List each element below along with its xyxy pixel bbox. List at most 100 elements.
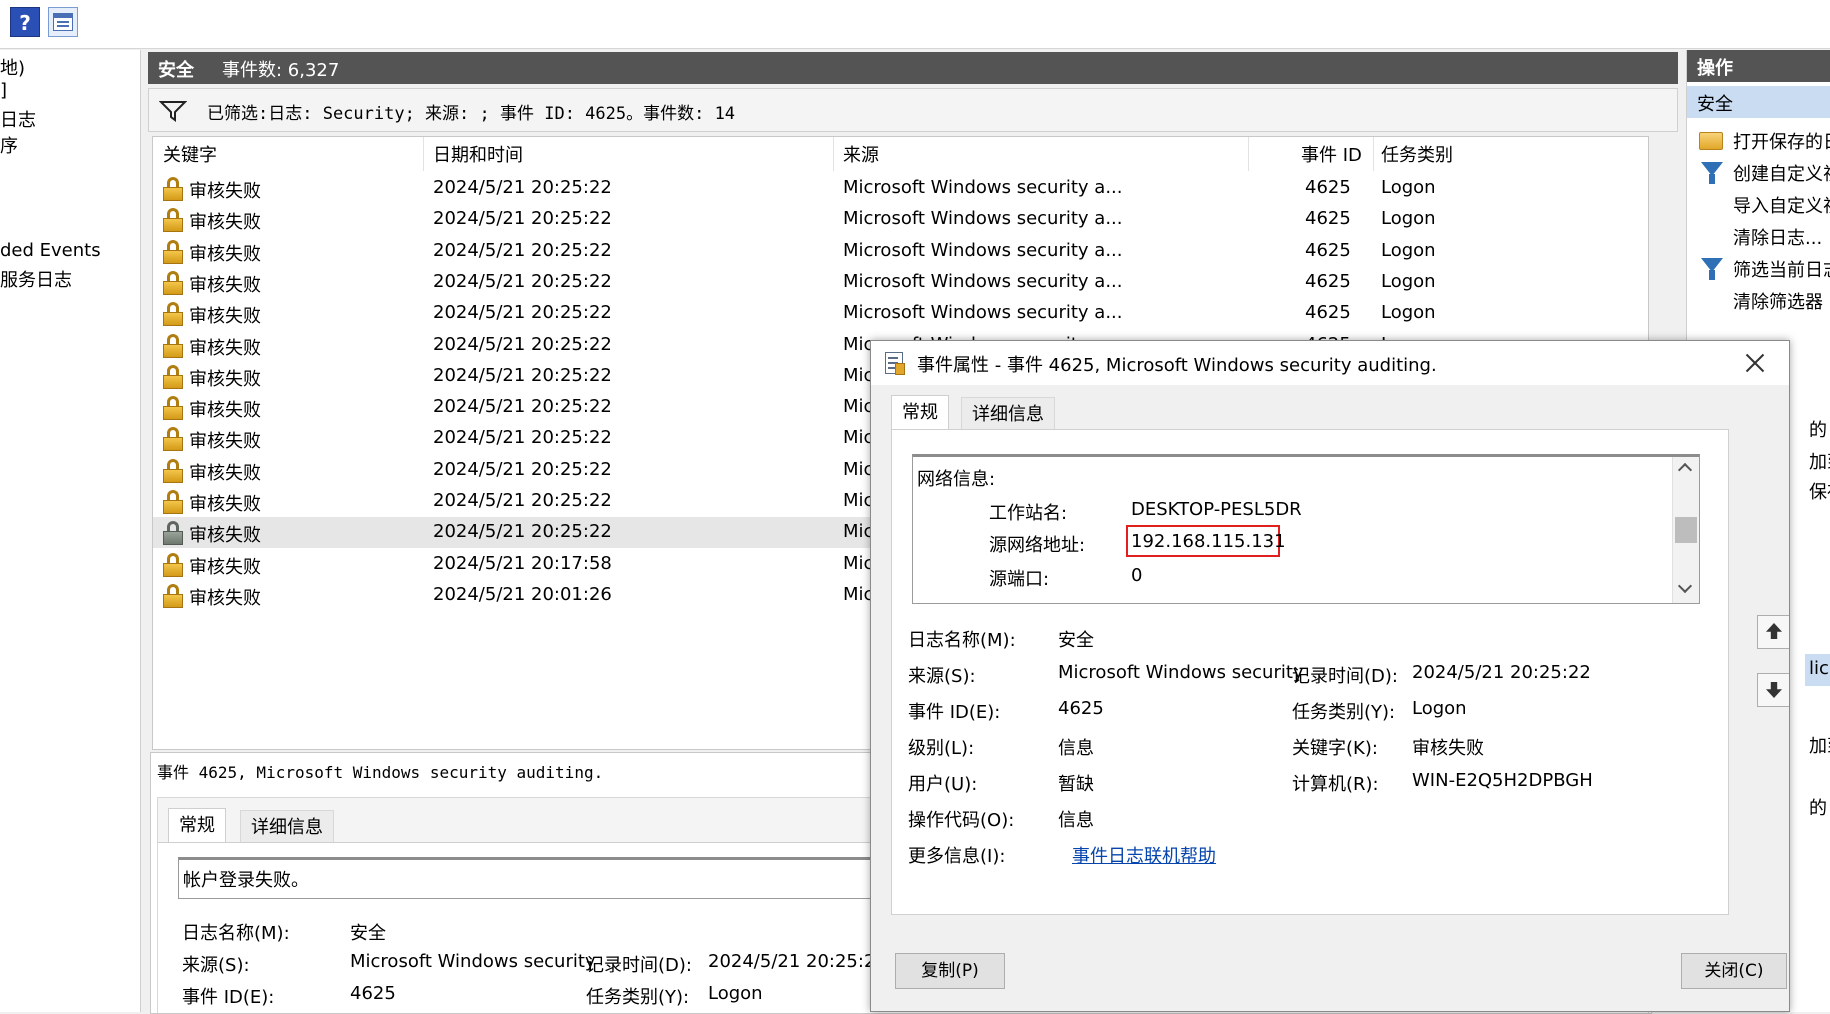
column-header-keyword[interactable]: 关键字 (163, 141, 217, 167)
cell-event-id: 4625 (1305, 239, 1351, 261)
dialog-general-panel: 网络信息: 工作站名: DESKTOP-PESL5DR 源网络地址: 192.1… (891, 429, 1729, 915)
keywords-value: 审核失败 (1412, 738, 1484, 759)
preview-task-value: Logon (708, 983, 763, 1004)
action-label-clipped[interactable]: 的 (1809, 794, 1827, 820)
source-address-label: 源网络地址: (989, 535, 1086, 556)
action-label: 创建自定义视 (1733, 164, 1830, 185)
lock-icon (162, 208, 184, 233)
cell-datetime: 2024/5/21 20:25:22 (433, 208, 612, 230)
folder-open-icon (1699, 132, 1723, 150)
filter-icon (1701, 258, 1723, 280)
tab-general[interactable]: 常规 (168, 808, 226, 842)
table-row[interactable]: 审核失败 2024/5/21 20:25:22 Microsoft Windows … (153, 267, 1648, 298)
action-label-clipped[interactable]: 保存 (1809, 478, 1830, 504)
column-divider (833, 137, 834, 171)
cell-task-category: Logon (1381, 177, 1436, 198)
tree-item[interactable]: ded Events (0, 240, 101, 261)
cell-source: Microsoft Windows security a... (843, 177, 1123, 198)
table-row[interactable]: 审核失败 2024/5/21 20:25:22 Microsoft Windows … (153, 236, 1648, 267)
cell-keyword: 审核失败 (189, 181, 261, 202)
close-icon[interactable] (1741, 349, 1769, 377)
lock-icon (162, 583, 184, 608)
dialog-tab-details[interactable]: 详细信息 (961, 397, 1055, 431)
table-row[interactable]: 审核失败 2024/5/21 20:25:22 Microsoft Windows … (153, 298, 1648, 329)
event-description-box[interactable]: 网络信息: 工作站名: DESKTOP-PESL5DR 源网络地址: 192.1… (912, 454, 1700, 604)
actions-section-security[interactable]: 安全 (1687, 86, 1830, 118)
dialog-tab-general[interactable]: 常规 (891, 395, 949, 431)
preview-title: 事件 4625, Microsoft Windows security audi… (157, 763, 604, 782)
actions-section-clipped[interactable]: lic (1805, 654, 1830, 686)
description-scrollbar[interactable] (1672, 457, 1699, 603)
keywords-label: 关键字(K): (1292, 738, 1378, 759)
cell-keyword: 审核失败 (189, 306, 261, 328)
cell-datetime: 2024/5/21 20:25:22 (433, 302, 612, 324)
event-count: 事件数: 6,327 (222, 60, 340, 81)
help-icon[interactable]: ? (10, 7, 40, 37)
view-panel-icon[interactable] (48, 7, 78, 37)
action-clear-log[interactable]: 清除日志... (1687, 220, 1830, 252)
column-header-source[interactable]: 来源 (843, 141, 879, 167)
actions-header-label: 操作 (1697, 58, 1733, 79)
action-label-clipped[interactable]: 加到 (1809, 448, 1830, 474)
close-button[interactable]: 关闭(C) (1681, 953, 1787, 989)
dialog-titlebar: 事件属性 - 事件 4625, Microsoft Windows securi… (871, 341, 1789, 385)
cell-datetime: 2024/5/21 20:25:22 (433, 177, 612, 198)
source-port-value: 0 (1131, 565, 1143, 586)
action-label-clipped[interactable]: 加到 (1809, 732, 1830, 758)
tree-item[interactable]: 地) (0, 54, 25, 80)
column-header-task[interactable]: 任务类别 (1381, 141, 1453, 167)
task-category-label: 任务类别(Y): (1292, 702, 1396, 723)
workstation-value: DESKTOP-PESL5DR (1131, 499, 1302, 520)
source-value: Microsoft Windows security (1058, 662, 1304, 683)
arrow-up-icon (1766, 623, 1782, 639)
toolbar: ? (0, 0, 1830, 49)
lock-icon (162, 270, 184, 295)
table-row[interactable]: 审核失败 2024/5/21 20:25:22 Microsoft Windows … (153, 204, 1648, 235)
event-log-online-help-link[interactable]: 事件日志联机帮助 (1072, 842, 1216, 868)
description-text: 帐户登录失败。 (183, 870, 309, 891)
tab-details[interactable]: 详细信息 (240, 810, 334, 844)
tree-item[interactable]: 日志 (0, 106, 36, 132)
action-clear-filter[interactable]: 清除筛选器 (1687, 284, 1830, 316)
action-open-saved-log[interactable]: 打开保存的日 (1687, 124, 1830, 156)
log-name-value: 安全 (1058, 630, 1094, 651)
action-filter-current-log[interactable]: 筛选当前日志 (1687, 252, 1830, 284)
chevron-down-icon[interactable] (1677, 578, 1693, 594)
opcode-label: 操作代码(O): (908, 810, 1015, 831)
cell-event-id: 4625 (1305, 208, 1351, 230)
previous-event-button[interactable] (1757, 615, 1789, 649)
action-create-custom-view[interactable]: 创建自定义视 (1687, 156, 1830, 188)
column-header-datetime[interactable]: 日期和时间 (433, 141, 523, 167)
cell-task-category: Logon (1381, 270, 1436, 292)
lock-icon (162, 458, 184, 483)
column-header-event-id[interactable]: 事件 ID (1301, 141, 1362, 167)
action-label-clipped[interactable]: 的 (1809, 416, 1827, 442)
source-address-value: 192.168.115.131 (1131, 531, 1286, 552)
tree-item[interactable]: ] (0, 80, 7, 101)
workstation-label: 工作站名: (989, 503, 1068, 524)
cell-datetime: 2024/5/21 20:25:22 (433, 364, 612, 386)
scrollbar-thumb[interactable] (1675, 517, 1697, 543)
action-import-custom-view[interactable]: 导入自定义视 (1687, 188, 1830, 220)
next-event-button[interactable] (1757, 673, 1789, 707)
level-label: 级别(L): (908, 738, 975, 759)
copy-button[interactable]: 复制(P) (895, 953, 1005, 989)
event-id-label: 事件 ID(E): (908, 702, 1001, 723)
preview-event-id-value: 4625 (350, 983, 396, 1004)
actions-section-label: 安全 (1697, 94, 1733, 115)
source-port-label: 源端口: (989, 569, 1050, 590)
cell-task-category: Logon (1381, 302, 1436, 324)
preview-source-label: 来源(S): (182, 955, 250, 976)
cell-datetime: 2024/5/21 20:17:58 (433, 552, 612, 574)
cell-keyword: 审核失败 (189, 556, 261, 578)
logged-value: 2024/5/21 20:25:22 (1412, 662, 1591, 683)
preview-logged-label: 记录时间(D): (586, 955, 692, 976)
cell-datetime: 2024/5/21 20:25:22 (433, 427, 612, 449)
chevron-up-icon[interactable] (1677, 462, 1693, 478)
cell-source: Microsoft Windows security a... (843, 302, 1123, 324)
cell-keyword: 审核失败 (189, 243, 261, 265)
table-row[interactable]: 审核失败 2024/5/21 20:25:22 Microsoft Windows … (153, 173, 1648, 204)
action-label-clipped: lic (1809, 658, 1829, 679)
tree-item[interactable]: 服务日志 (0, 266, 72, 292)
tree-item[interactable]: 序 (0, 132, 18, 158)
